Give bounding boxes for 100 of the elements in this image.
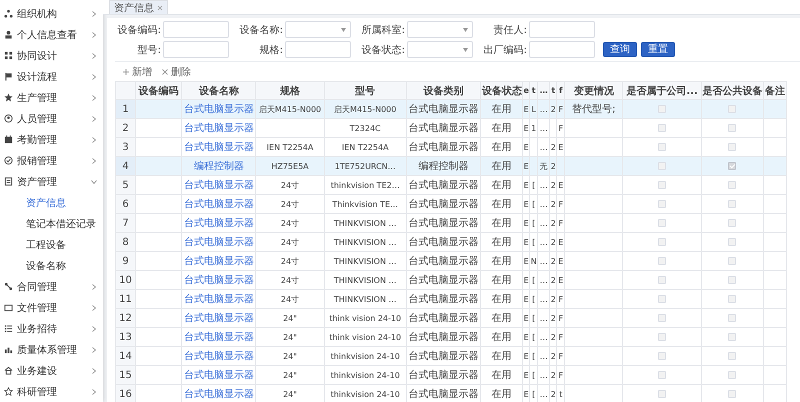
checkbox[interactable] <box>728 200 736 208</box>
checkbox[interactable] <box>658 294 666 303</box>
column-header[interactable]: 是否公共设备 <box>701 82 764 100</box>
sidebar-subitem[interactable]: 笔记本借还记录 <box>0 213 103 234</box>
column-header[interactable]: 规格 <box>256 82 324 100</box>
sidebar-item[interactable]: 业务招待 <box>0 318 103 339</box>
checkbox[interactable] <box>658 200 666 208</box>
checkbox[interactable] <box>658 276 666 284</box>
checkbox[interactable] <box>728 180 736 189</box>
sidebar-item[interactable]: 资产管理 <box>0 171 103 192</box>
table-cell: E <box>522 270 530 290</box>
sidebar-subitem[interactable]: 工程设备 <box>0 234 103 255</box>
sidebar-item[interactable]: 合同管理 <box>0 276 103 297</box>
table-cell: E <box>522 214 530 232</box>
checkbox[interactable] <box>658 142 666 151</box>
checkbox[interactable] <box>728 162 736 170</box>
checkbox[interactable] <box>658 180 666 189</box>
checkbox[interactable] <box>658 218 666 227</box>
checkbox[interactable] <box>728 294 736 303</box>
checkbox[interactable] <box>658 124 666 132</box>
page-tab[interactable]: 资产信息 <box>109 0 168 14</box>
checkbox[interactable] <box>728 142 736 151</box>
checkbox[interactable] <box>658 370 666 379</box>
table-cell: … <box>538 328 550 346</box>
select-field[interactable] <box>285 21 351 38</box>
checkbox[interactable] <box>658 352 666 360</box>
table-cell: E <box>522 346 530 366</box>
action-button[interactable]: 重置 <box>641 42 675 57</box>
input-field[interactable] <box>529 41 595 58</box>
sidebar-item[interactable]: 组织机构 <box>0 3 103 24</box>
table-cell: E <box>522 194 530 214</box>
table-cell: … <box>538 270 550 290</box>
table-cell: [ <box>530 384 538 402</box>
close-icon[interactable] <box>157 4 163 10</box>
table-cell: thinkvision TE2… <box>324 176 406 194</box>
column-header[interactable]: 备注 <box>763 82 786 100</box>
sidebar-item[interactable]: 人员管理 <box>0 108 103 129</box>
sidebar-subitem[interactable]: 设备名称 <box>0 255 103 276</box>
checkbox[interactable] <box>728 370 736 379</box>
select-field[interactable] <box>407 41 473 58</box>
input-field[interactable] <box>529 21 595 38</box>
checkbox[interactable] <box>728 256 736 265</box>
checkbox[interactable] <box>728 390 736 398</box>
input-field[interactable] <box>163 41 229 58</box>
column-header[interactable]: 设备状态 <box>480 82 523 100</box>
sidebar-item[interactable]: 报销管理 <box>0 150 103 171</box>
table-cell: 台式电脑显示器 <box>406 366 481 384</box>
table-cell: 24寸 <box>256 194 324 214</box>
column-header[interactable]: 设备编码 <box>136 82 182 100</box>
table-cell: E <box>522 176 530 194</box>
table-cell: F <box>556 366 565 384</box>
table-cell: 在用 <box>480 194 523 214</box>
row-number: 3 <box>116 138 136 156</box>
caret-icon <box>463 28 468 32</box>
sidebar-item[interactable]: 设计流程 <box>0 66 103 87</box>
sidebar-subitem[interactable]: 资产信息 <box>0 192 103 213</box>
checkbox[interactable] <box>658 256 666 265</box>
column-header[interactable]: 变更情况 <box>564 82 623 100</box>
sidebar-item[interactable]: 业务建设 <box>0 360 103 381</box>
sidebar-item[interactable]: 质量体系管理 <box>0 339 103 360</box>
column-header[interactable]: 设备类别 <box>406 82 481 100</box>
table-cell: 2 <box>550 366 557 384</box>
column-header[interactable]: 设备名称 <box>182 82 256 100</box>
checkbox[interactable] <box>658 390 666 398</box>
row-number: 10 <box>116 270 136 290</box>
filter-label: 设备编码: <box>116 24 161 36</box>
add-button[interactable]: 新增 <box>123 64 152 78</box>
checkbox[interactable] <box>658 238 666 246</box>
checkbox[interactable] <box>728 218 736 227</box>
row-number: 9 <box>116 252 136 270</box>
checkbox[interactable] <box>658 332 666 341</box>
table-cell: think vision 24-10 <box>324 308 406 328</box>
input-field[interactable] <box>285 41 351 58</box>
action-button[interactable]: 查询 <box>603 42 637 57</box>
table-cell: [ <box>530 194 538 214</box>
checkbox[interactable] <box>728 238 736 246</box>
table-cell: 台式电脑显示器 <box>406 194 481 214</box>
table-cell: 在用 <box>480 252 523 270</box>
column-header[interactable]: … <box>538 82 550 100</box>
table-cell: 在用 <box>480 308 523 328</box>
sidebar-item[interactable]: 协同设计 <box>0 45 103 66</box>
delete-button[interactable]: 删除 <box>162 64 191 78</box>
checkbox[interactable] <box>728 276 736 284</box>
sidebar-item[interactable]: 考勤管理 <box>0 129 103 150</box>
checkbox[interactable] <box>728 332 736 341</box>
sidebar-item[interactable]: 个人信息查看 <box>0 24 103 45</box>
table-cell: … <box>538 214 550 232</box>
checkbox[interactable] <box>728 124 736 132</box>
column-header[interactable]: 是否属于公司... <box>622 82 702 100</box>
checkbox[interactable] <box>728 314 736 322</box>
sidebar-item[interactable]: 生产管理 <box>0 87 103 108</box>
sidebar-item[interactable]: 文件管理 <box>0 297 103 318</box>
select-field[interactable] <box>407 21 473 38</box>
input-field[interactable] <box>163 21 229 38</box>
table-cell: 2 <box>550 270 557 290</box>
checkbox[interactable] <box>658 314 666 322</box>
table-cell: 2 <box>550 290 557 308</box>
checkbox[interactable] <box>728 352 736 360</box>
sidebar-item[interactable]: 科研管理 <box>0 381 103 402</box>
column-header[interactable]: 型号 <box>324 82 406 100</box>
